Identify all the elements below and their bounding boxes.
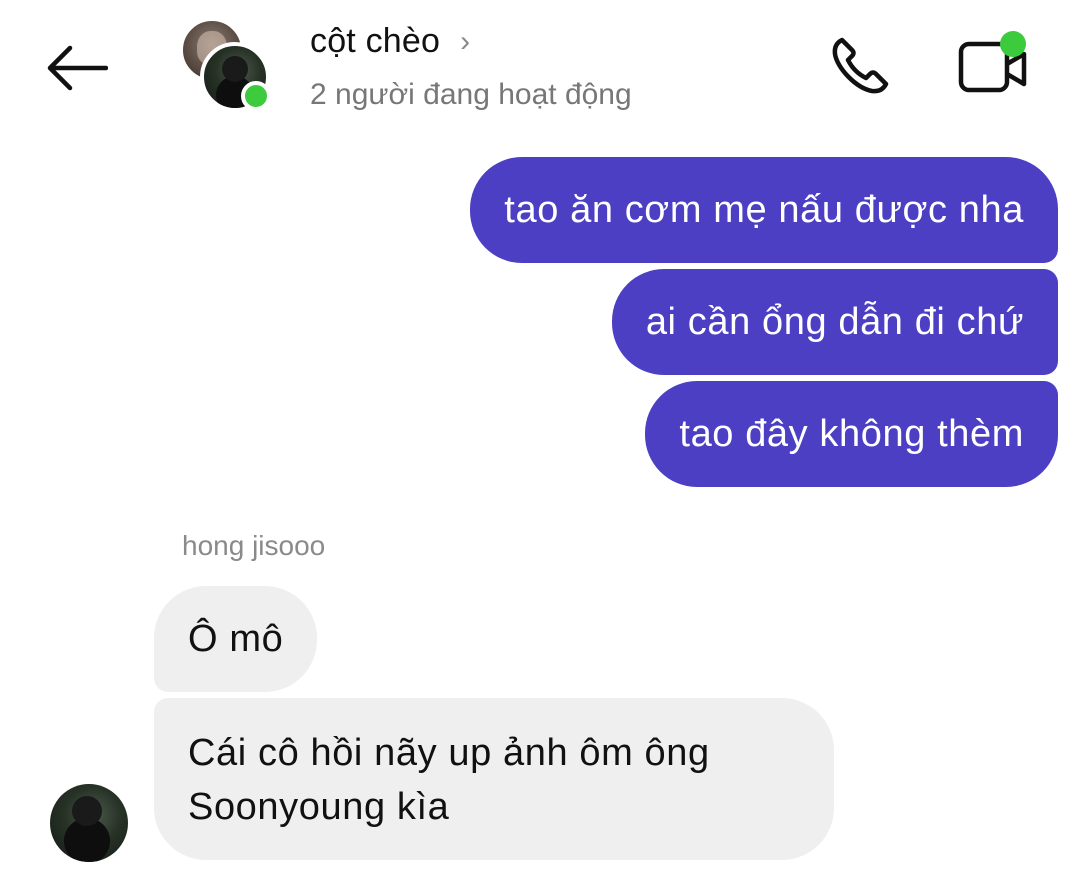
chevron-right-icon: › <box>460 24 471 58</box>
sender-name: hong jisooo <box>182 530 326 561</box>
outgoing-message[interactable]: ai cần ổng dẫn đi chứ <box>611 269 1058 375</box>
video-online-indicator <box>1000 31 1026 57</box>
chat-screen: cột chèo › 2 người đang hoạt động tao ăn… <box>0 0 1080 880</box>
back-button[interactable] <box>40 36 112 100</box>
online-indicator <box>241 81 271 111</box>
chat-header: cột chèo › 2 người đang hoạt động <box>0 0 1080 130</box>
voice-call-button[interactable] <box>824 30 896 102</box>
sender-avatar[interactable] <box>50 784 128 862</box>
incoming-message[interactable]: Cái cô hồi nãy up ảnh ôm ông Soonyoung k… <box>154 698 834 860</box>
chat-title-link[interactable]: cột chèo › <box>310 22 470 61</box>
outgoing-message[interactable]: tao ăn cơm mẹ nấu được nha <box>470 157 1058 263</box>
active-status: 2 người đang hoạt động <box>310 78 632 111</box>
back-arrow-icon <box>47 45 108 91</box>
chat-title: cột chèo <box>310 22 441 60</box>
outgoing-message[interactable]: tao đây không thèm <box>645 381 1058 487</box>
group-avatar[interactable] <box>176 16 276 116</box>
phone-icon <box>832 37 889 94</box>
incoming-message[interactable]: Ô mô <box>154 586 318 692</box>
